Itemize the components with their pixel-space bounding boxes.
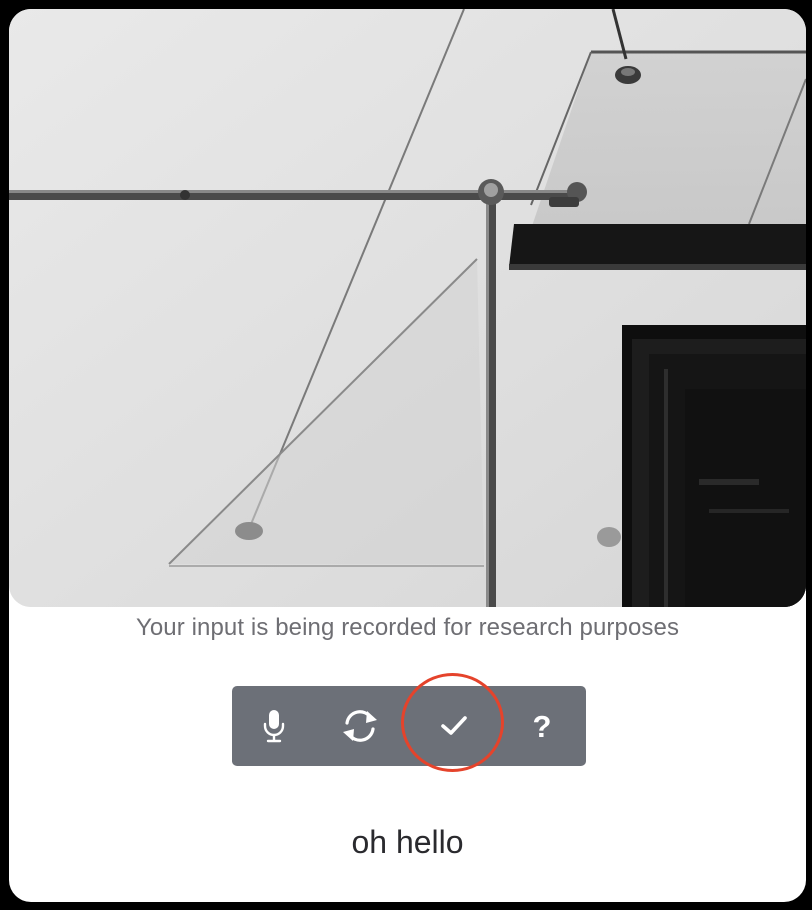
- capture-card: Your input is being recorded for researc…: [9, 9, 806, 902]
- refresh-button[interactable]: [318, 686, 402, 766]
- photo: [9, 9, 806, 607]
- confirm-button[interactable]: [412, 686, 496, 766]
- help-icon: ?: [532, 708, 552, 744]
- microphone-icon: [263, 710, 285, 743]
- microphone-button[interactable]: [232, 686, 316, 766]
- help-button[interactable]: ?: [500, 686, 584, 766]
- recording-notice: Your input is being recorded for researc…: [135, 614, 680, 641]
- refresh-icon: [343, 710, 377, 742]
- checkmark-icon: [441, 716, 467, 735]
- control-toolbar: ?: [232, 686, 586, 766]
- transcript-text: oh hello: [351, 824, 464, 860]
- photo-image: [9, 9, 806, 607]
